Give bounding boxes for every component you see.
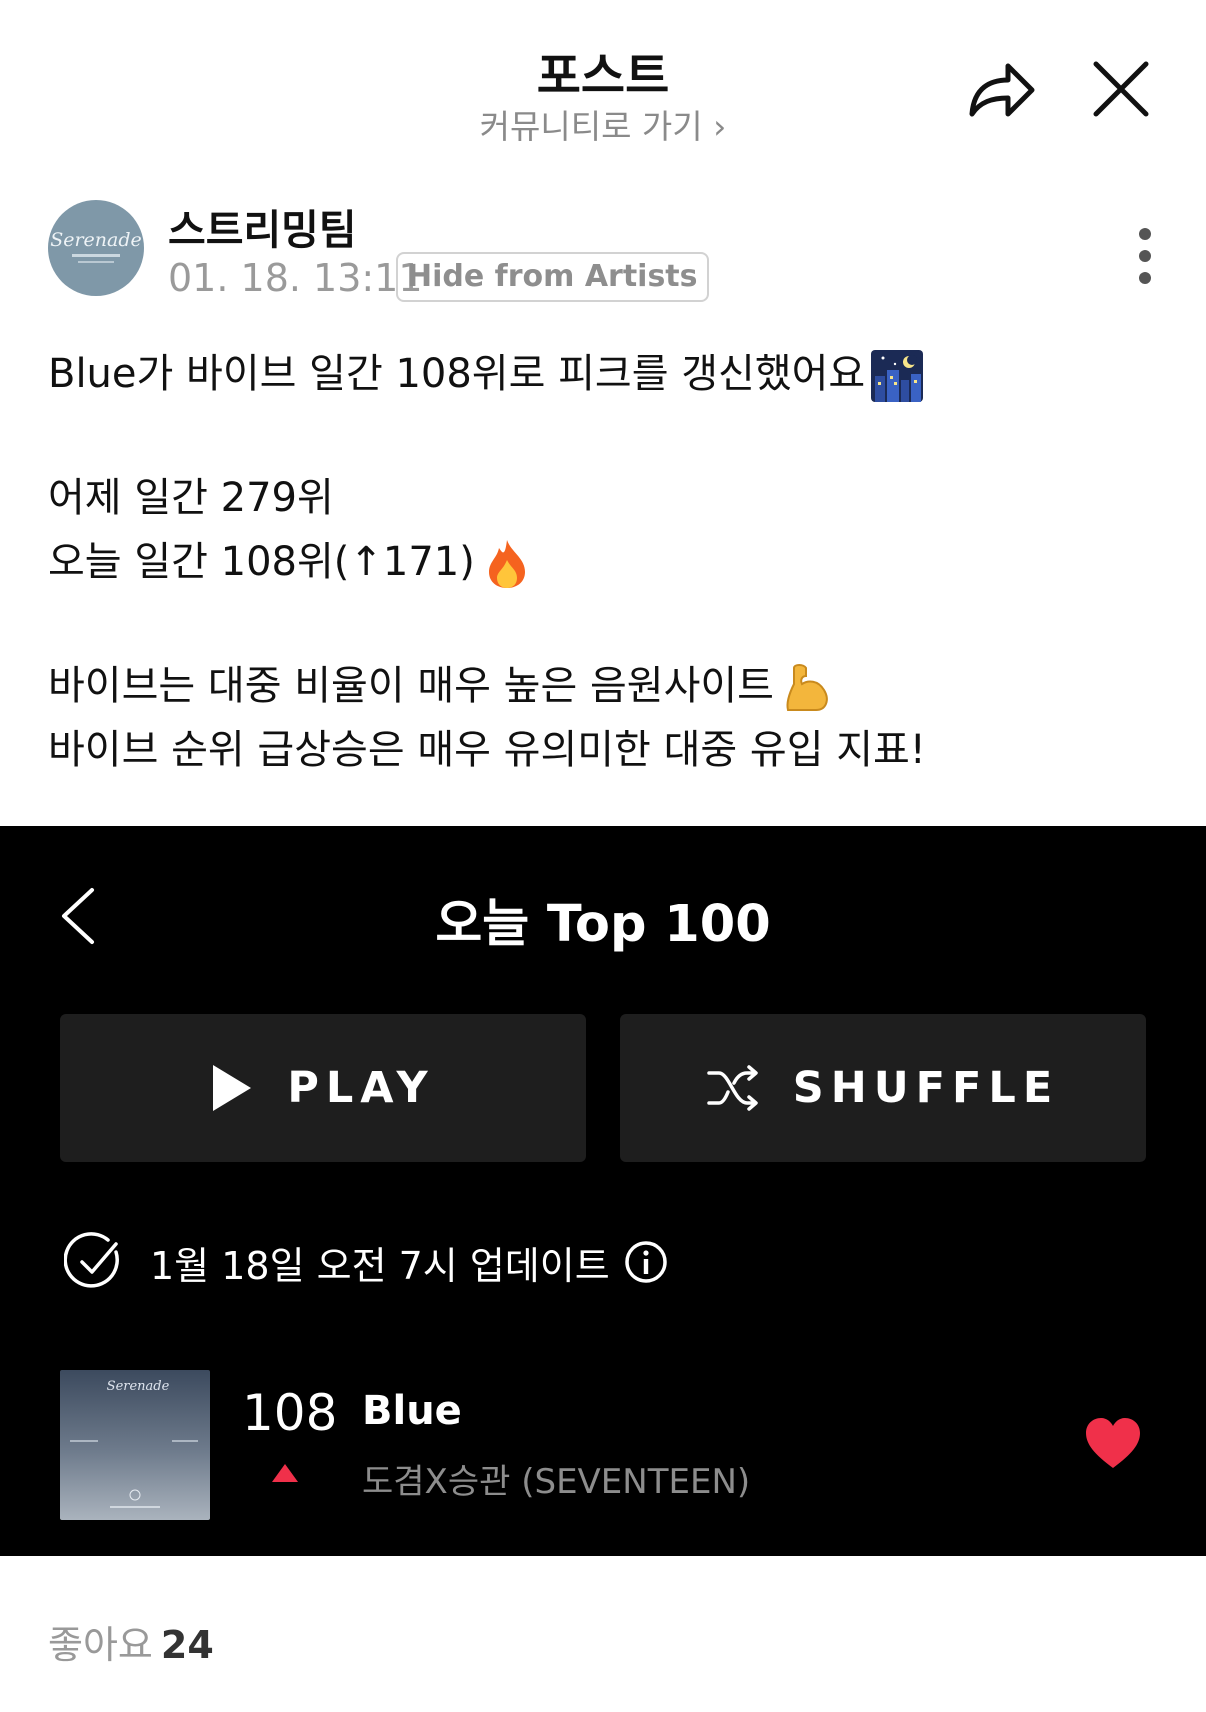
- update-text: 1월 18일 오전 7시 업데이트: [150, 1243, 610, 1288]
- update-info-row: 1월 18일 오전 7시 업데이트: [64, 1230, 668, 1294]
- post-line: 바이브는 대중 비율이 매우 높은 음원사이트: [48, 654, 1168, 718]
- likes-row[interactable]: 좋아요 24: [48, 1614, 214, 1669]
- avatar[interactable]: Serenade: [48, 200, 144, 296]
- post-body: Blue가 바이브 일간 108위로 피크를 갱신했어요 어제 일간 279위 …: [48, 342, 1168, 782]
- likes-label: 좋아요: [48, 1623, 153, 1667]
- post-text: Blue가 바이브 일간 108위로 피크를 갱신했어요: [48, 351, 866, 397]
- play-icon: [213, 1065, 252, 1111]
- post-text: 바이브는 대중 비율이 매우 높은 음원사이트: [48, 663, 774, 709]
- likes-count: 24: [160, 1623, 214, 1667]
- heart-icon[interactable]: [1084, 1416, 1142, 1470]
- track-row[interactable]: Serenade 108 Blue 도겸X승관 (SEVENTEEN): [60, 1370, 1150, 1520]
- post-line: 바이브 순위 급상승은 매우 유의미한 대중 유입 지표!: [48, 718, 1168, 782]
- track-rank: 108: [242, 1384, 338, 1442]
- vibe-chart-card: 오늘 Top 100 PLAY SHUFFLE 1월 18일 오전 7시 업데이…: [0, 826, 1206, 1556]
- post-line: 어제 일간 279위: [48, 466, 1168, 530]
- avatar-logo-text: Serenade: [50, 229, 142, 251]
- track-title: Blue: [362, 1388, 462, 1434]
- avatar-logo: Serenade: [50, 229, 142, 263]
- shuffle-label: SHUFFLE: [792, 1063, 1060, 1113]
- post-timestamp: 01. 18. 13:11: [168, 256, 423, 300]
- flexed-biceps-emoji: [780, 662, 832, 714]
- play-label: PLAY: [287, 1063, 435, 1113]
- info-icon[interactable]: [624, 1240, 668, 1284]
- hide-from-artists-badge: Hide from Artists: [396, 252, 709, 302]
- post-line: 오늘 일간 108위(↑171): [48, 530, 1168, 594]
- close-icon[interactable]: [1092, 60, 1150, 118]
- fire-emoji: [481, 538, 533, 590]
- album-art-graphic: Serenade: [70, 1379, 198, 1508]
- post-text: 어제 일간 279위: [48, 475, 334, 521]
- more-options-icon[interactable]: [1132, 226, 1158, 286]
- author-name[interactable]: 스트리밍팀: [168, 196, 357, 256]
- city-night-emoji: [871, 350, 924, 402]
- check-circle-icon: [64, 1232, 119, 1288]
- shuffle-icon: [707, 1065, 758, 1111]
- post-header: 포스트 커뮤니티로 가기 ›: [0, 0, 1206, 170]
- track-artist: 도겸X승관 (SEVENTEEN): [362, 1462, 751, 1502]
- share-icon[interactable]: [966, 58, 1038, 122]
- rank-up-icon: [272, 1464, 298, 1482]
- post-line: Blue가 바이브 일간 108위로 피크를 갱신했어요: [48, 342, 1168, 406]
- album-art[interactable]: Serenade: [60, 1370, 210, 1520]
- shuffle-button[interactable]: SHUFFLE: [620, 1014, 1146, 1162]
- album-art-text: Serenade: [107, 1379, 170, 1394]
- play-button[interactable]: PLAY: [60, 1014, 586, 1162]
- chart-title: 오늘 Top 100: [435, 895, 771, 954]
- post-text: 오늘 일간 108위(↑171): [48, 539, 475, 585]
- post-text: 바이브 순위 급상승은 매우 유의미한 대중 유입 지표!: [48, 727, 926, 773]
